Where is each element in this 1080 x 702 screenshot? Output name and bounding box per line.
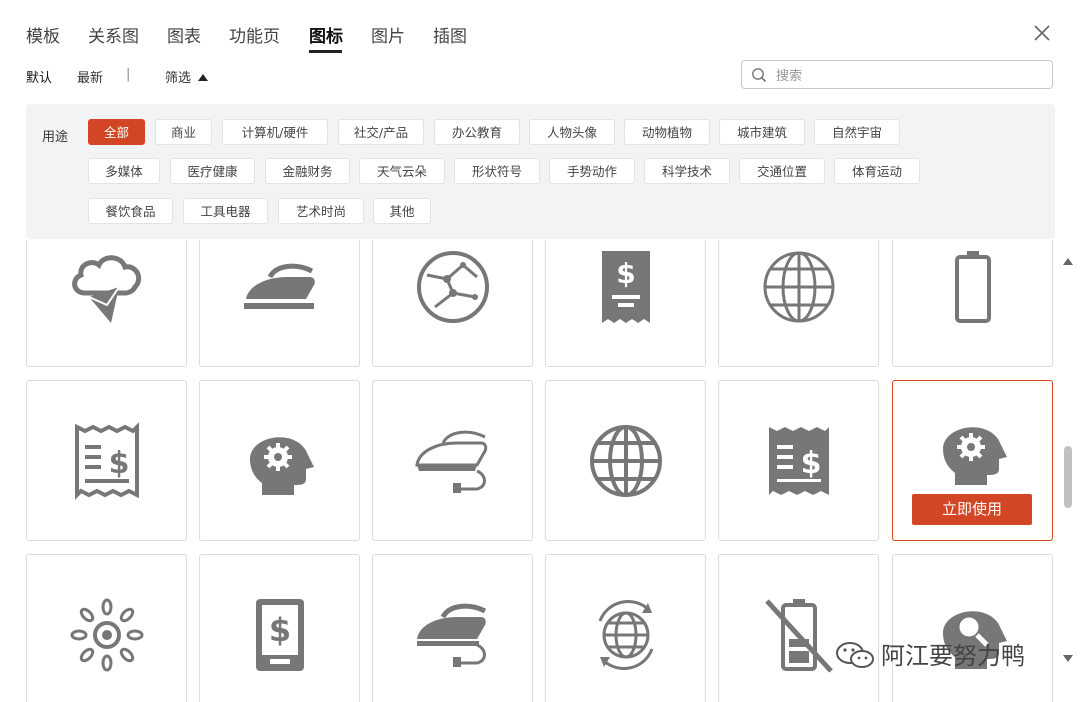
icon-card[interactable] [199, 380, 360, 541]
tag-weather[interactable]: 天气云朵 [359, 158, 445, 184]
tab-templates[interactable]: 模板 [26, 22, 60, 47]
globe-bold-icon [590, 425, 662, 497]
icon-card[interactable] [545, 554, 706, 702]
svg-text:$: $ [801, 446, 822, 481]
tag-sports[interactable]: 体育运动 [834, 158, 920, 184]
iron-plug-icon [417, 603, 487, 667]
filter-category-label: 用途 [42, 130, 69, 145]
filter-panel: 用途 全部 商业 计算机/硬件 社交/产品 办公教育 人物头像 动物植物 城市建… [26, 104, 1055, 239]
svg-text:$: $ [269, 611, 291, 649]
tab-relationship[interactable]: 关系图 [88, 22, 139, 47]
icon-grid: $ $ $ 立即使用 $ [0, 240, 1060, 702]
tag-art[interactable]: 艺术时尚 [278, 198, 364, 224]
head-gear-solid-icon [943, 427, 1007, 485]
icon-card[interactable] [892, 240, 1053, 367]
tab-pictures[interactable]: 图片 [371, 22, 405, 47]
tag-transport[interactable]: 交通位置 [739, 158, 825, 184]
search-icon [752, 68, 767, 83]
scroll-thumb[interactable] [1064, 446, 1072, 508]
tag-business[interactable]: 商业 [155, 119, 212, 145]
tag-animals[interactable]: 动物植物 [624, 119, 710, 145]
sun-icon [70, 598, 144, 672]
icon-card[interactable]: $ [718, 380, 879, 541]
tag-tools[interactable]: 工具电器 [183, 198, 268, 224]
icon-card[interactable]: $ [26, 380, 187, 541]
tag-nature[interactable]: 自然宇宙 [814, 119, 900, 145]
svg-text:$: $ [109, 446, 130, 481]
globe-refresh-icon [598, 599, 654, 671]
active-tab-indicator [309, 50, 342, 53]
tag-people[interactable]: 人物头像 [529, 119, 615, 145]
mobile-dollar-icon: $ [256, 599, 304, 671]
cloud-mail-icon [72, 255, 142, 323]
icon-card[interactable]: $ [199, 554, 360, 702]
icon-card[interactable] [718, 240, 879, 367]
head-gear-icon [250, 437, 314, 495]
globe-icon [763, 251, 835, 323]
icon-card[interactable] [892, 554, 1053, 702]
icon-card[interactable] [26, 240, 187, 367]
wechat-logo-icon [836, 642, 874, 668]
category-tabs: 模板 关系图 图表 功能页 图标 图片 插图 [0, 0, 1080, 56]
iron-icon [244, 263, 315, 309]
receipt-dollar-solid-icon: $ [769, 427, 829, 495]
icon-card[interactable] [545, 380, 706, 541]
tag-science[interactable]: 科学技术 [644, 158, 730, 184]
tab-charts[interactable]: 图表 [167, 22, 201, 47]
tag-finance[interactable]: 金融财务 [265, 158, 350, 184]
tag-city[interactable]: 城市建筑 [719, 119, 805, 145]
tab-function-pages[interactable]: 功能页 [229, 22, 280, 47]
icon-card[interactable] [26, 554, 187, 702]
search-input[interactable] [774, 65, 1048, 87]
battery-icon [955, 251, 991, 323]
icon-card[interactable] [199, 240, 360, 367]
svg-text:$: $ [616, 257, 635, 290]
battery-crossed-icon [765, 599, 833, 673]
filter-toggle[interactable]: 筛选 [165, 67, 209, 86]
watermark-text: 阿江要努力鸭 [881, 642, 1025, 670]
tag-medical[interactable]: 医疗健康 [170, 158, 255, 184]
iron-outline-icon [415, 430, 488, 493]
scroll-up-arrow-icon[interactable] [1063, 258, 1073, 265]
search-box[interactable] [741, 60, 1053, 89]
icon-card[interactable] [372, 554, 533, 702]
filter-label: 筛选 [165, 71, 192, 86]
icon-card[interactable] [718, 554, 879, 702]
sort-newest[interactable]: 最新 [77, 67, 103, 86]
scroll-down-arrow-icon[interactable] [1063, 655, 1073, 662]
receipt-dollar-icon: $ [75, 422, 139, 500]
use-now-button[interactable]: 立即使用 [912, 494, 1032, 525]
icon-card[interactable]: $ [545, 240, 706, 367]
tag-social[interactable]: 社交/产品 [338, 119, 424, 145]
tag-gestures[interactable]: 手势动作 [549, 158, 635, 184]
tag-shapes[interactable]: 形状符号 [454, 158, 540, 184]
close-icon[interactable] [1031, 22, 1053, 44]
icon-card[interactable] [372, 380, 533, 541]
tab-illustrations[interactable]: 插图 [433, 22, 467, 47]
tag-multimedia[interactable]: 多媒体 [88, 158, 160, 184]
sort-default[interactable]: 默认 [26, 67, 52, 86]
tag-other[interactable]: 其他 [373, 198, 431, 224]
icon-card-selected[interactable]: 立即使用 [892, 380, 1053, 541]
tab-icons[interactable]: 图标 [309, 22, 343, 47]
dollar-receipt-icon: $ [602, 251, 650, 323]
icon-card[interactable] [372, 240, 533, 367]
vertical-scrollbar[interactable] [1060, 250, 1076, 670]
tag-food[interactable]: 餐饮食品 [88, 198, 173, 224]
tag-computer[interactable]: 计算机/硬件 [222, 119, 328, 145]
tag-all[interactable]: 全部 [88, 119, 145, 145]
chevron-up-icon [198, 74, 209, 81]
network-globe-icon [417, 251, 489, 323]
sort-divider: | [126, 67, 131, 82]
tag-office[interactable]: 办公教育 [434, 119, 520, 145]
watermark: 阿江要努力鸭 [835, 636, 1025, 676]
